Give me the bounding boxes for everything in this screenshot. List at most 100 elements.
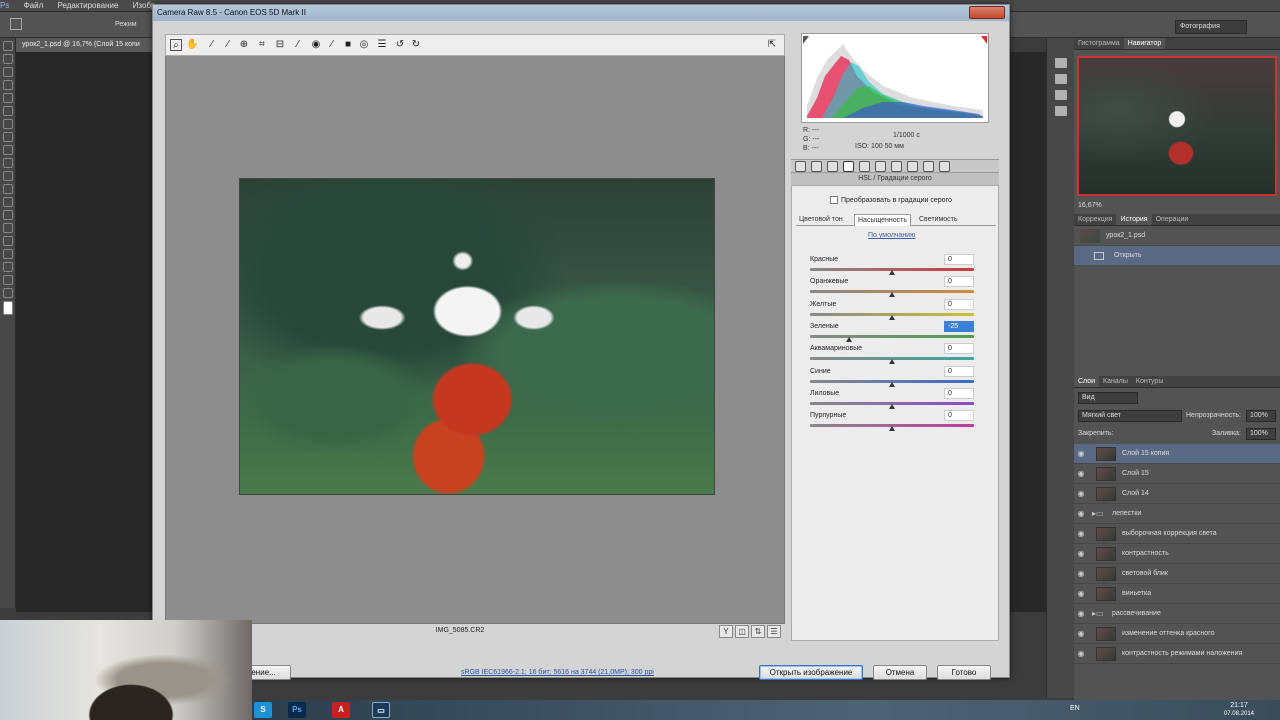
visibility-eye-icon[interactable]: ◉ (1074, 629, 1088, 638)
dodge-tool-icon[interactable] (3, 210, 13, 220)
slider-value-input[interactable]: 0 (944, 298, 974, 310)
shape-tool-icon[interactable] (3, 262, 13, 272)
spot-removal-icon[interactable]: ⁄ (292, 39, 304, 51)
convert-grayscale-checkbox[interactable]: Преобразовать в градации серого (830, 196, 952, 204)
tab-histogram[interactable]: Гистограмма (1074, 38, 1124, 49)
blur-tool-icon[interactable] (3, 197, 13, 207)
rotate-right-icon[interactable]: ↻ (410, 39, 422, 51)
tab-navigator[interactable]: Навигатор (1123, 38, 1166, 49)
slider-thumb[interactable] (889, 359, 895, 365)
tab-channels[interactable]: Каналы (1099, 376, 1132, 387)
straighten-icon[interactable]: ⊟ (274, 39, 286, 51)
layer-filter-select[interactable]: Вид (1078, 392, 1138, 404)
layer-row[interactable]: ◉ Слой 14 (1074, 484, 1280, 504)
zoom-tool-icon[interactable] (3, 288, 13, 298)
tab-paths[interactable]: Контуры (1132, 376, 1167, 387)
tab-luminance[interactable]: Светимость (916, 214, 961, 226)
workflow-options-link[interactable]: sRGB IEC61966-2.1; 16 бит; 5616 на 3744 … (461, 669, 654, 676)
pen-tool-icon[interactable] (3, 223, 13, 233)
gradient-tool-icon[interactable] (3, 184, 13, 194)
white-balance-icon[interactable]: ⁄ (206, 39, 218, 51)
slider-thumb[interactable] (889, 292, 895, 298)
visibility-eye-icon[interactable]: ◉ (1074, 569, 1088, 578)
camera-calibration-icon[interactable] (907, 161, 918, 172)
tab-adjustments[interactable]: Коррекция (1074, 214, 1116, 225)
layer-row[interactable]: ◉ контрастность режимами наложения (1074, 644, 1280, 664)
visibility-eye-icon[interactable]: ◉ (1074, 529, 1088, 538)
basic-panel-icon[interactable] (795, 161, 806, 172)
menu-file[interactable]: Файл (24, 0, 44, 12)
open-image-button[interactable]: Открыть изображение (759, 665, 863, 680)
presets-icon[interactable] (923, 161, 934, 172)
history-snapshot[interactable]: урок2_1.psd (1074, 226, 1280, 246)
color-swatch-icon[interactable] (3, 301, 13, 315)
slider-value-input[interactable]: 0 (944, 343, 974, 355)
visibility-eye-icon[interactable]: ◉ (1074, 449, 1088, 458)
slider-value-input[interactable]: 0 (944, 410, 974, 422)
eyedropper-tool-icon[interactable] (3, 106, 13, 116)
slider-value-input[interactable]: 0 (944, 276, 974, 288)
history-step[interactable]: Открыть (1074, 246, 1280, 266)
fullscreen-icon[interactable]: ⇱ (766, 39, 778, 51)
rotate-left-icon[interactable]: ↺ (394, 39, 406, 51)
hand-tool-icon[interactable]: ✋ (186, 39, 198, 51)
visibility-eye-icon[interactable]: ◉ (1074, 649, 1088, 658)
adjustment-brush-icon[interactable]: ⁄ (326, 39, 338, 51)
quick-select-tool-icon[interactable] (3, 80, 13, 90)
done-button[interactable]: Готово (937, 665, 991, 680)
cancel-button[interactable]: Отмена (873, 665, 927, 680)
checkbox-box[interactable] (830, 196, 838, 204)
tab-layers[interactable]: Слои (1074, 376, 1100, 387)
crop-tool-icon[interactable] (3, 93, 13, 103)
layer-row[interactable]: ◉ виньетка (1074, 584, 1280, 604)
tab-actions[interactable]: Операции (1152, 214, 1193, 225)
swap-icon[interactable]: ⇅ (751, 625, 765, 638)
navigator-thumbnail[interactable] (1077, 56, 1277, 196)
filter-icon[interactable]: Y (719, 625, 733, 638)
layer-row[interactable]: ◉ ▸▭ лепестки (1074, 504, 1280, 524)
zoom-tool-icon[interactable]: ⌕ (170, 39, 182, 51)
stamp-tool-icon[interactable] (3, 145, 13, 155)
path-select-tool-icon[interactable] (3, 249, 13, 259)
eraser-tool-icon[interactable] (3, 171, 13, 181)
layer-row[interactable]: ◉ выборочная коррекция света (1074, 524, 1280, 544)
navigator-zoom[interactable]: 16,67% (1074, 196, 1280, 214)
target-adjust-icon[interactable]: ⊕ (238, 39, 250, 51)
fx-effects-icon[interactable] (891, 161, 902, 172)
layer-row[interactable]: ◉ Слой 15 (1074, 464, 1280, 484)
lens-corrections-icon[interactable] (875, 161, 886, 172)
tab-saturation[interactable]: Насыщенность (854, 214, 912, 226)
acrobat-icon[interactable]: A (332, 702, 350, 718)
layer-row[interactable]: ◉ Слой 15 копия (1074, 444, 1280, 464)
image-preview[interactable] (165, 56, 785, 624)
visibility-eye-icon[interactable]: ◉ (1074, 589, 1088, 598)
graduated-filter-icon[interactable]: ■ (342, 39, 354, 51)
split-toning-icon[interactable] (859, 161, 870, 172)
slider-track[interactable] (810, 334, 974, 338)
slider-value-input[interactable]: 0 (944, 365, 974, 377)
preferences-icon[interactable]: ☰ (376, 39, 388, 51)
before-after-icon[interactable]: ◫ (735, 625, 749, 638)
screen-recorder-icon[interactable]: ▭ (372, 702, 390, 718)
fill-input[interactable]: 100% (1246, 428, 1276, 440)
radial-filter-icon[interactable]: ◎ (358, 39, 370, 51)
slider-value-input[interactable]: -25 (944, 320, 974, 332)
slider-thumb[interactable] (889, 426, 895, 432)
red-eye-icon[interactable]: ◉ (310, 39, 322, 51)
snapshots-icon[interactable] (939, 161, 950, 172)
type-tool-icon[interactable] (3, 236, 13, 246)
hsl-panel-icon[interactable] (843, 161, 854, 172)
tab-hue[interactable]: Цветовой тон (796, 214, 846, 226)
slider-thumb[interactable] (889, 270, 895, 275)
move-tool-icon[interactable] (3, 41, 13, 51)
layer-row[interactable]: ◉ контрастность (1074, 544, 1280, 564)
tab-history[interactable]: История (1116, 214, 1152, 225)
clock[interactable]: 21:17 07.08.2014 (1224, 702, 1254, 718)
crop-icon[interactable]: ⌗ (256, 39, 268, 51)
slider-thumb[interactable] (846, 336, 853, 342)
layer-row[interactable]: ◉ ▸▭ рассвечивание (1074, 604, 1280, 624)
home-icon[interactable] (10, 18, 22, 30)
slider-value-input[interactable]: 0 (944, 387, 974, 399)
layer-row[interactable]: ◉ изменение оттенка красного (1074, 624, 1280, 644)
healing-tool-icon[interactable] (3, 119, 13, 129)
